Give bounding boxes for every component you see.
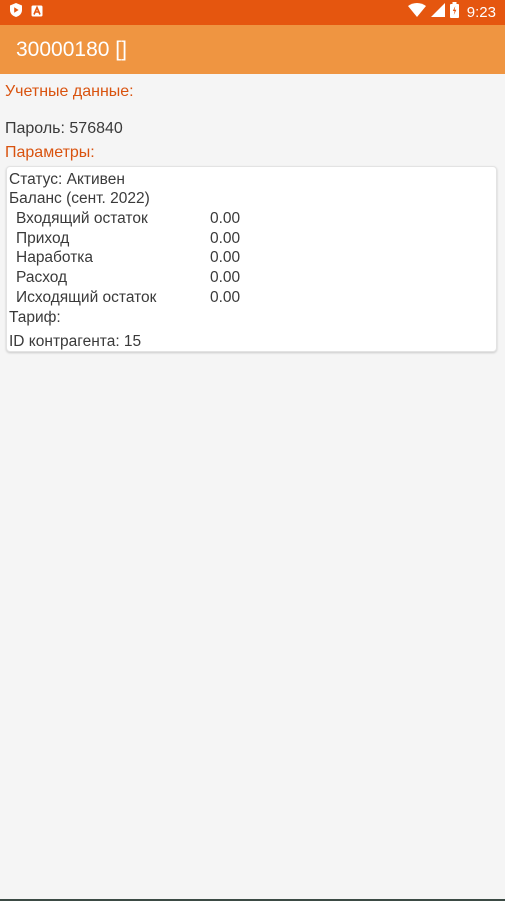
- app-bar: 30000180 []: [0, 25, 505, 74]
- battery-icon: [449, 2, 459, 23]
- balance-row: Приход 0.00: [7, 229, 487, 248]
- params-card: Статус: Активен Баланс (сент. 2022) Вход…: [6, 166, 497, 352]
- password-text: Пароль: 576840: [5, 120, 123, 137]
- balance-row-label: Расход: [16, 269, 68, 286]
- account-section-title: Учетные данные:: [5, 83, 134, 100]
- balance-row-label: Исходящий остаток: [16, 289, 157, 306]
- balance-row-value: 0.00: [210, 249, 241, 266]
- status-time: 9:23: [466, 4, 496, 21]
- balance-row: Входящий остаток 0.00: [7, 209, 487, 228]
- balance-row: Наработка 0.00: [7, 248, 487, 267]
- tariff-text: Тариф:: [9, 309, 61, 326]
- balance-row-value: 0.00: [210, 210, 241, 227]
- page-title: 30000180 []: [16, 38, 127, 61]
- balance-row-label: Входящий остаток: [16, 210, 148, 227]
- balance-row-label: Наработка: [16, 249, 94, 266]
- balance-row: Расход 0.00: [7, 268, 487, 287]
- status-text: Статус: Активен: [9, 171, 125, 188]
- wifi-icon: [407, 3, 426, 22]
- contractor-id-text: ID контрагента: 15: [9, 333, 142, 350]
- balance-title: Баланс (сент. 2022): [9, 190, 150, 207]
- status-right-icons: 9:23: [407, 2, 496, 23]
- balance-row-value: 0.00: [210, 289, 241, 306]
- signal-icon: [430, 3, 445, 22]
- status-bar: 9:23: [0, 0, 505, 25]
- balance-row-label: Приход: [16, 230, 70, 247]
- params-section-title: Параметры:: [5, 144, 95, 161]
- a-letter-icon: [31, 4, 43, 22]
- balance-row: Исходящий остаток 0.00: [7, 288, 487, 307]
- status-left-icons: [10, 3, 43, 22]
- balance-row-value: 0.00: [210, 269, 241, 286]
- shield-icon: [10, 3, 22, 22]
- balance-row-value: 0.00: [210, 230, 241, 247]
